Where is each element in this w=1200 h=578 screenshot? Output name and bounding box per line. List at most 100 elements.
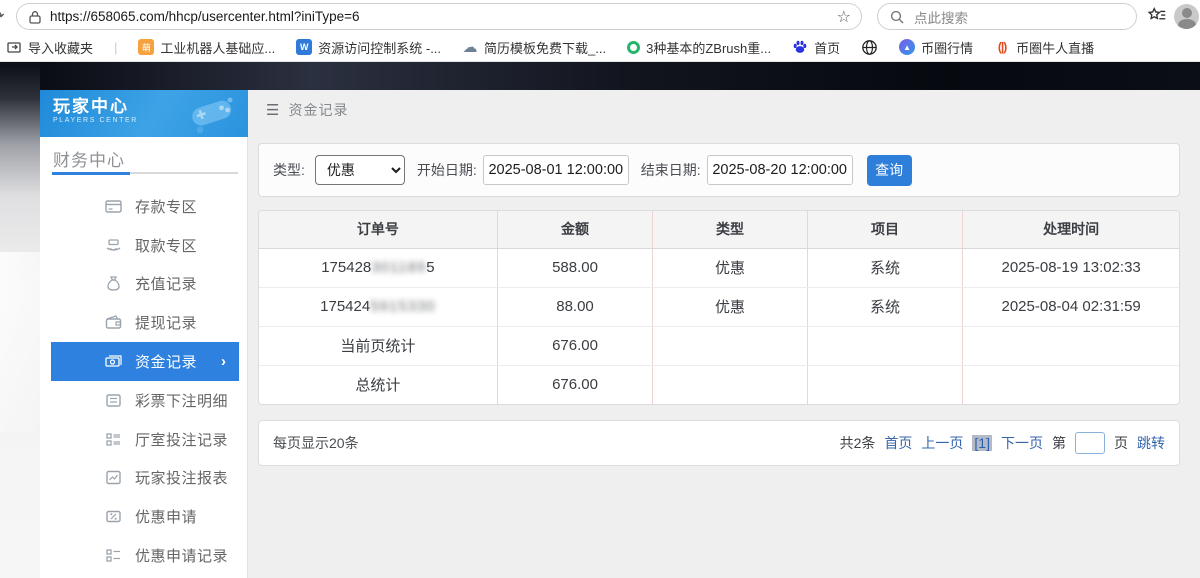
type-label: 类型: [273, 160, 305, 180]
bookmarks-separator: | [114, 40, 117, 55]
import-favorites-label: 导入收藏夹 [28, 38, 93, 57]
sidebar-header: 玩家中心 PLAYERS CENTER [40, 90, 248, 137]
sidebar-item-funds-record[interactable]: 资金记录 › [51, 342, 239, 381]
refresh-icon[interactable]: ⟳ [0, 7, 10, 25]
empty-cell [807, 365, 962, 404]
favorites-list-icon[interactable] [1146, 5, 1168, 27]
sidebar-item-label: 资金记录 [135, 351, 197, 372]
lock-icon [29, 10, 41, 24]
coin-chart-icon: ▲ [899, 39, 915, 55]
stats-amount-cell: 676.00 [497, 365, 652, 404]
sidebar-item-hall-bet-record[interactable]: 厅室投注记录 [51, 420, 239, 459]
empty-cell [963, 365, 1179, 404]
deposit-card-icon [105, 198, 122, 215]
jump-link[interactable]: 跳转 [1137, 433, 1165, 453]
prev-page-link[interactable]: 上一页 [921, 433, 963, 453]
profile-avatar[interactable] [1174, 4, 1199, 29]
ring-icon [627, 41, 640, 54]
document-list-icon [105, 392, 122, 409]
order-no-cell: 1754245915330 [259, 287, 497, 326]
sidebar-item-label: 提现记录 [135, 312, 197, 333]
pager: 共2条 首页 上一页 [1] 下一页 第 页 跳转 [840, 432, 1165, 454]
bookmark-item[interactable]: ☁ 简历模板免费下载_... [462, 38, 606, 57]
search-box[interactable]: 点此搜索 [877, 3, 1137, 30]
page-prefix-label: 第 [1052, 433, 1066, 453]
start-date-input[interactable] [483, 155, 629, 185]
filter-panel: 类型: 优惠 开始日期: 结束日期: 查询 [258, 143, 1180, 197]
order-prefix: 175424 [320, 298, 370, 315]
order-prefix: 175428 [321, 259, 371, 276]
sidebar-item-withdrawal-record[interactable]: 提现记录 [51, 303, 239, 342]
col-type: 类型 [653, 211, 808, 248]
bookmark-item[interactable]: W 资源访问控制系统 -... [296, 38, 441, 57]
sidebar-item-lottery-bet-detail[interactable]: 彩票下注明细 [51, 381, 239, 420]
sidebar-item-player-bet-report[interactable]: 玩家投注报表 [51, 459, 239, 498]
pagination-panel: 每页显示20条 共2条 首页 上一页 [1] 下一页 第 页 跳转 [258, 420, 1180, 466]
amount-cell: 88.00 [497, 287, 652, 326]
import-favorites-icon [6, 39, 22, 55]
col-amount: 金额 [497, 211, 652, 248]
empty-cell [653, 326, 808, 365]
stats-label-cell: 当前页统计 [259, 326, 497, 365]
bookmark-item[interactable]: 3种基本的ZBrush重... [627, 38, 771, 57]
stats-row-current-page: 当前页统计 676.00 [259, 326, 1179, 365]
gamepad-icon [186, 94, 238, 134]
moe-badge-icon: 萌 [138, 39, 154, 55]
checklist-icon [105, 431, 122, 448]
bookmark-label: 币圈行情 [921, 38, 973, 57]
coupon-icon [105, 508, 122, 525]
sidebar-item-label: 充值记录 [135, 273, 197, 294]
page-number-input[interactable] [1075, 432, 1105, 454]
bookmark-label: 首页 [814, 38, 840, 57]
bookmark-item[interactable]: ▲ 币圈行情 [899, 38, 973, 57]
time-cell: 2025-08-19 13:02:33 [963, 248, 1179, 287]
sidebar-item-label: 厅室投注记录 [135, 429, 228, 450]
col-process-time: 处理时间 [963, 211, 1179, 248]
bookmark-label: 币圈牛人直播 [1016, 38, 1094, 57]
cash-icon [105, 353, 122, 370]
sidebar-item-recharge-record[interactable]: 充值记录 [51, 265, 239, 304]
bookmark-item[interactable]: 首页 [792, 38, 840, 57]
amount-cell: 588.00 [497, 248, 652, 287]
col-order-no: 订单号 [259, 211, 497, 248]
bookmark-label: 简历模板免费下载_... [484, 38, 606, 57]
end-date-input[interactable] [707, 155, 853, 185]
records-table-panel: 订单号 金额 类型 项目 处理时间 1754283011895 588.00 优… [258, 210, 1180, 405]
end-date-label: 结束日期: [641, 160, 701, 180]
sidebar-item-label: 彩票下注明细 [135, 390, 228, 411]
globe-icon[interactable] [861, 39, 878, 56]
sidebar-item-label: 存款专区 [135, 196, 197, 217]
time-cell: 2025-08-04 02:31:59 [963, 287, 1179, 326]
current-page-indicator: [1] [972, 435, 992, 451]
col-project: 项目 [807, 211, 962, 248]
table-header-row: 订单号 金额 类型 项目 处理时间 [259, 211, 1179, 248]
page-title: 资金记录 [288, 100, 348, 120]
search-placeholder[interactable]: 点此搜索 [914, 7, 968, 27]
sidebar-item-withdraw-area[interactable]: 取款专区 [51, 226, 239, 265]
first-page-link[interactable]: 首页 [884, 433, 912, 453]
bookmark-star-icon[interactable]: ☆ [837, 7, 851, 27]
browser-window: ⟳ https://658065.com/hhcp/usercenter.htm… [0, 0, 1200, 578]
url-text[interactable]: https://658065.com/hhcp/usercenter.html?… [50, 9, 837, 24]
sidebar-item-deposit[interactable]: 存款专区 [51, 187, 239, 226]
bookmark-item[interactable]: 萌 工业机器人基础应... [138, 38, 275, 57]
baidu-paw-icon [792, 39, 808, 55]
type-select[interactable]: 优惠 [315, 155, 405, 185]
address-bar[interactable]: https://658065.com/hhcp/usercenter.html?… [16, 3, 862, 30]
import-favorites[interactable]: 导入收藏夹 [6, 38, 93, 57]
search-icon [890, 10, 904, 24]
page-suffix-label: 页 [1114, 433, 1128, 453]
page-background-strip [0, 62, 40, 578]
sidebar-item-promo-apply-record[interactable]: 优惠申请记录 [51, 536, 239, 575]
sidebar-menu: 存款专区 取款专区 充值记录 提现记录 资金记录 › [40, 187, 248, 575]
content-header: ☰ 资金记录 [266, 100, 348, 120]
web-page: 玩家中心 PLAYERS CENTER 财务中心 存款专区 取款专区 充值记录 [0, 62, 1200, 578]
sidebar-item-label: 优惠申请 [135, 506, 197, 527]
bookmarks-bar: 导入收藏夹 | 萌 工业机器人基础应... W 资源访问控制系统 -... ☁ … [0, 33, 1200, 62]
query-button[interactable]: 查询 [867, 155, 912, 186]
browser-toolbar: ⟳ https://658065.com/hhcp/usercenter.htm… [0, 0, 1200, 33]
next-page-link[interactable]: 下一页 [1001, 433, 1043, 453]
bookmark-item[interactable]: (|) 币圈牛人直播 [994, 38, 1094, 57]
sidebar-item-promo-apply[interactable]: 优惠申请 [51, 497, 239, 536]
menu-toggle-icon[interactable]: ☰ [266, 101, 279, 119]
